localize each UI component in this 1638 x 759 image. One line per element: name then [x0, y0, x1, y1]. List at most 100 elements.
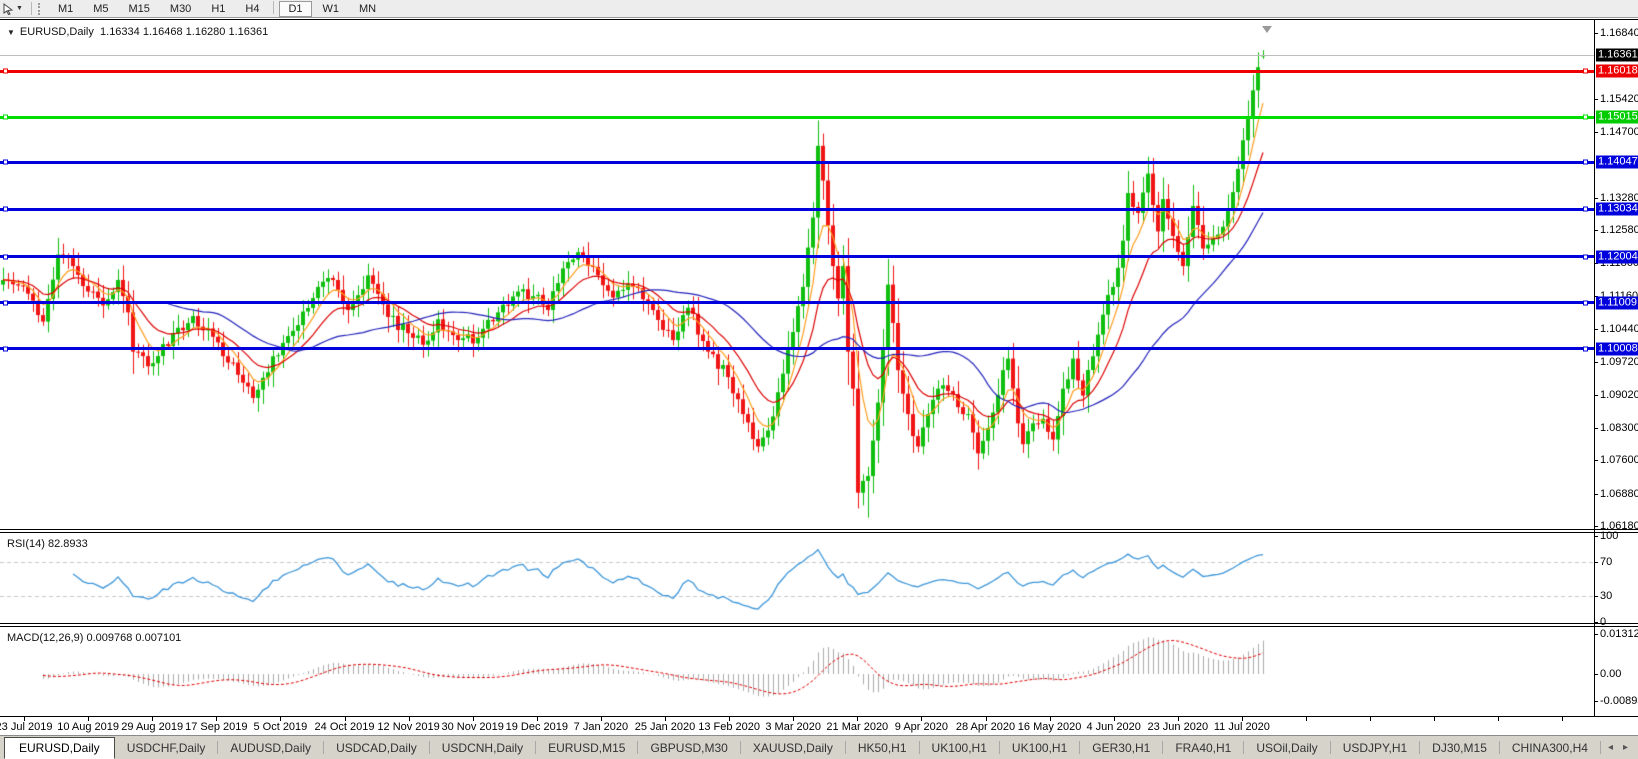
date-axis-label: 16 May 2020	[1018, 721, 1082, 733]
hline-handle[interactable]	[3, 300, 8, 305]
hline-level-blue[interactable]	[0, 208, 1594, 211]
price-axis-tick	[1594, 230, 1598, 231]
date-axis-tick	[1306, 717, 1307, 721]
hline-resistance-red[interactable]	[0, 70, 1594, 73]
date-axis-label: 17 Sep 2019	[185, 721, 247, 733]
hline-handle[interactable]	[1583, 346, 1588, 351]
price-badge: 1.16361	[1596, 49, 1638, 62]
price-axis-tick	[1594, 362, 1598, 363]
date-axis[interactable]: 23 Jul 201910 Aug 201929 Aug 201917 Sep …	[0, 717, 1638, 734]
hline-handle[interactable]	[3, 346, 8, 351]
date-axis-label: 28 Apr 2020	[956, 721, 1015, 733]
chart-tab-usoil-daily[interactable]: USOil,Daily	[1244, 738, 1329, 758]
price-badge: 1.12004	[1596, 250, 1638, 263]
timeframe-button-d1[interactable]: D1	[279, 1, 311, 17]
toolbar-separator	[273, 1, 274, 14]
price-axis-tick	[1594, 33, 1598, 34]
chart-collapse-icon[interactable]: ▼	[7, 28, 15, 37]
hline-handle[interactable]	[1583, 207, 1588, 212]
hline-handle[interactable]	[1583, 300, 1588, 305]
hline-handle[interactable]	[3, 69, 8, 74]
hline-handle[interactable]	[1583, 69, 1588, 74]
hline-level-blue[interactable]	[0, 255, 1594, 258]
timeframe-toolbar: ▼ M1M5M15M30H1H4 D1W1MN	[0, 0, 1638, 18]
rsi-canvas[interactable]	[0, 533, 1594, 623]
rsi-axis-tick	[1594, 562, 1598, 563]
hline-handle[interactable]	[1583, 254, 1588, 259]
price-axis-tick	[1594, 263, 1598, 264]
timeframe-button-w1[interactable]: W1	[314, 1, 349, 17]
price-axis-label: 1.12580	[1600, 224, 1638, 236]
price-chart-canvas[interactable]	[0, 20, 1594, 529]
date-axis-label: 9 Apr 2020	[895, 721, 948, 733]
chart-tab-china300-h4[interactable]: CHINA300,H4	[1500, 738, 1600, 758]
chart-tab-bar: EURUSD,DailyUSDCHF,DailyAUDUSD,DailyUSDC…	[0, 735, 1638, 759]
macd-current-values: 0.009768 0.007101	[86, 632, 181, 644]
tab-scroll-left-icon[interactable]: ◂	[1608, 742, 1613, 753]
timeframe-button-mn[interactable]: MN	[350, 1, 385, 17]
price-axis-label: 1.08300	[1600, 422, 1638, 434]
chart-tab-audusd-daily[interactable]: AUDUSD,Daily	[218, 738, 323, 758]
hline-handle[interactable]	[3, 160, 8, 165]
rsi-axis-label: 30	[1600, 590, 1612, 602]
chart-shift-marker[interactable]	[1262, 26, 1272, 33]
price-axis-tick	[1594, 395, 1598, 396]
price-axis-label: 1.09720	[1600, 356, 1638, 368]
macd-axis-label: 0.00	[1600, 668, 1621, 680]
date-axis-label: 12 Nov 2019	[377, 721, 439, 733]
toolbar-grip[interactable]	[38, 3, 43, 15]
date-axis-label: 3 Mar 2020	[765, 721, 821, 733]
hline-level-blue[interactable]	[0, 347, 1594, 350]
chart-tab-eurusd-daily[interactable]: EURUSD,Daily	[4, 737, 115, 759]
price-axis-label: 1.15420	[1600, 93, 1638, 105]
timeframe-button-h4[interactable]: H4	[236, 1, 268, 17]
macd-axis-tick	[1594, 701, 1598, 702]
hline-resistance-green[interactable]	[0, 116, 1594, 119]
date-axis-label: 25 Jan 2020	[635, 721, 696, 733]
macd-axis-label: -0.008933	[1600, 695, 1638, 707]
chart-tab-hk50-h1[interactable]: HK50,H1	[846, 738, 919, 758]
cursor-tool-icon[interactable]	[2, 3, 14, 15]
chart-tab-dj30-m15[interactable]: DJ30,M15	[1420, 738, 1499, 758]
price-badge: 1.10008	[1596, 342, 1638, 355]
chart-tab-uk100-h1[interactable]: UK100,H1	[920, 738, 999, 758]
tab-separator	[1600, 741, 1601, 754]
hline-handle[interactable]	[3, 207, 8, 212]
price-chart-panel: ▼EURUSD,Daily 1.16334 1.16468 1.16280 1.…	[0, 19, 1638, 530]
chart-tab-xauusd-daily[interactable]: XAUUSD,Daily	[741, 738, 845, 758]
price-axis-tick	[1594, 526, 1598, 527]
chart-tab-usdcad-daily[interactable]: USDCAD,Daily	[324, 738, 429, 758]
timeframe-button-m30[interactable]: M30	[161, 1, 200, 17]
hline-handle[interactable]	[3, 254, 8, 259]
hline-level-blue[interactable]	[0, 301, 1594, 304]
chart-tab-eurusd-m15[interactable]: EURUSD,M15	[536, 738, 637, 758]
chart-tab-ger30-h1[interactable]: GER30,H1	[1080, 738, 1162, 758]
rsi-axis-tick	[1594, 622, 1598, 623]
chart-tab-usdjpy-h1[interactable]: USDJPY,H1	[1331, 738, 1419, 758]
price-axis-tick	[1594, 132, 1598, 133]
chart-tab-fra40-h1[interactable]: FRA40,H1	[1163, 738, 1243, 758]
price-axis-label: 1.14700	[1600, 126, 1638, 138]
price-badge: 1.14047	[1596, 156, 1638, 169]
hline-handle[interactable]	[3, 115, 8, 120]
price-badge: 1.13034	[1596, 203, 1638, 216]
chart-tab-gbpusd-m30[interactable]: GBPUSD,M30	[638, 738, 739, 758]
hline-current-price[interactable]	[0, 55, 1594, 56]
chart-tab-usdchf-daily[interactable]: USDCHF,Daily	[115, 738, 218, 758]
hline-level-blue[interactable]	[0, 161, 1594, 164]
tab-scroll-right-icon[interactable]: ▸	[1623, 742, 1628, 753]
timeframe-button-h1[interactable]: H1	[202, 1, 234, 17]
chart-title: ▼EURUSD,Daily 1.16334 1.16468 1.16280 1.…	[7, 26, 268, 38]
date-axis-label: 4 Jun 2020	[1086, 721, 1140, 733]
timeframe-button-m1[interactable]: M1	[49, 1, 82, 17]
hline-handle[interactable]	[1583, 115, 1588, 120]
chart-tab-uk100-h1[interactable]: UK100,H1	[1000, 738, 1079, 758]
hline-handle[interactable]	[1583, 160, 1588, 165]
chart-tab-usdcnh-daily[interactable]: USDCNH,Daily	[430, 738, 535, 758]
tool-dropdown-caret[interactable]: ▼	[16, 5, 23, 12]
price-axis-label: 1.16840	[1600, 27, 1638, 39]
rsi-axis-label: 0	[1600, 616, 1606, 628]
timeframe-button-m5[interactable]: M5	[84, 1, 117, 17]
timeframe-button-m15[interactable]: M15	[120, 1, 159, 17]
macd-canvas[interactable]	[0, 627, 1594, 716]
